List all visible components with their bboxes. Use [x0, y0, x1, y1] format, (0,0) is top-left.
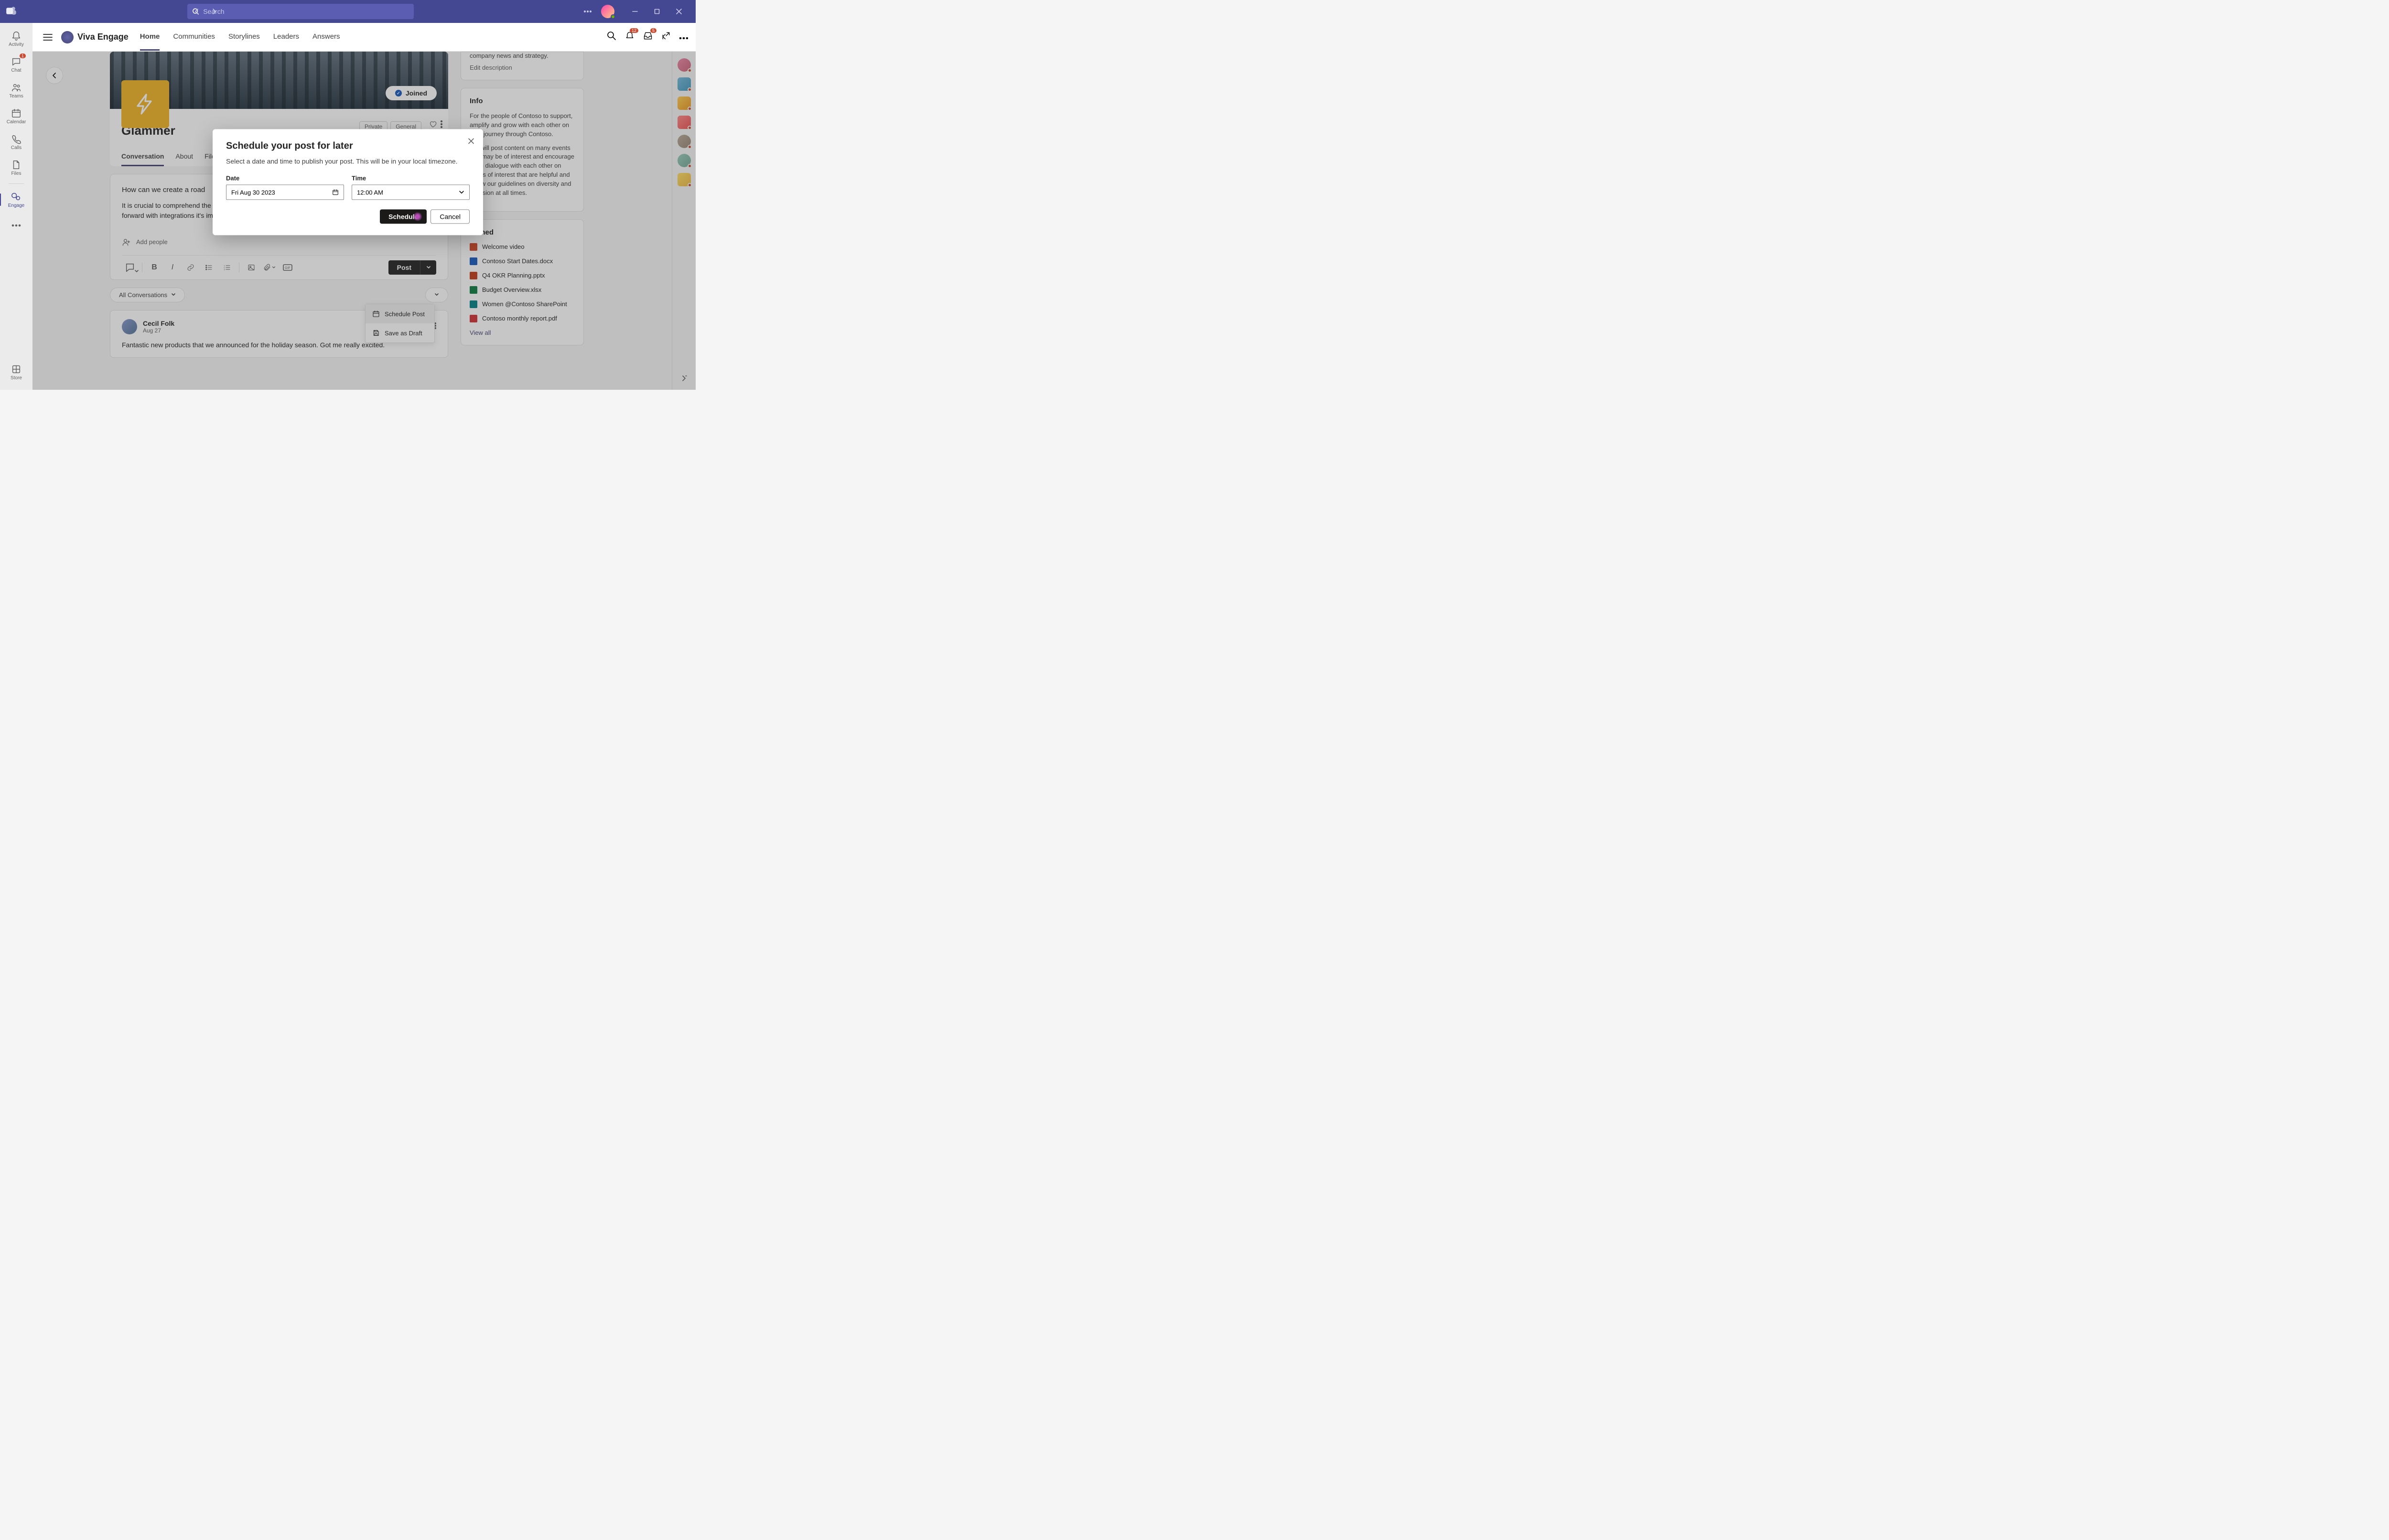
- nav-forward-button[interactable]: [206, 4, 222, 19]
- tab-home[interactable]: Home: [140, 24, 160, 51]
- nav-back-button[interactable]: [189, 4, 204, 19]
- time-input[interactable]: 12:00 AM: [352, 184, 470, 200]
- rail-chat[interactable]: 1 Chat: [3, 53, 30, 76]
- calendar-icon: [332, 189, 339, 195]
- topnav-more-button[interactable]: [679, 33, 688, 42]
- tab-storylines[interactable]: Storylines: [228, 24, 260, 51]
- inbox-badge: 5: [650, 28, 656, 33]
- close-button[interactable]: [668, 4, 690, 19]
- tab-leaders[interactable]: Leaders: [273, 24, 299, 51]
- more-options-button[interactable]: [580, 4, 595, 19]
- teams-app-icon: [6, 6, 17, 17]
- app-rail: Activity 1 Chat Teams Calendar Calls Fil…: [0, 23, 32, 390]
- phone-icon: [11, 134, 22, 144]
- time-value: 12:00 AM: [357, 189, 383, 196]
- cursor-indicator: [413, 212, 422, 221]
- rail-label: Calendar: [7, 119, 26, 125]
- ellipsis-icon: [679, 37, 688, 39]
- maximize-button[interactable]: [646, 4, 668, 19]
- presence-available-icon: [611, 14, 615, 19]
- engage-topnav: Viva Engage Home Communities Storylines …: [32, 23, 696, 52]
- user-avatar[interactable]: [601, 5, 614, 18]
- modal-subtitle: Select a date and time to publish your p…: [226, 157, 470, 165]
- notifications-button[interactable]: 12: [625, 31, 635, 43]
- date-input[interactable]: Fri Aug 30 2023: [226, 184, 344, 200]
- rail-calls[interactable]: Calls: [3, 130, 30, 154]
- rail-teams[interactable]: Teams: [3, 78, 30, 102]
- rail-label: Calls: [11, 145, 22, 150]
- file-icon: [11, 160, 22, 170]
- time-label: Time: [352, 174, 470, 182]
- search-input[interactable]: [203, 8, 409, 15]
- schedule-modal: Schedule your post for later Select a da…: [213, 129, 483, 235]
- share-icon: [661, 31, 671, 41]
- cancel-button[interactable]: Cancel: [430, 209, 470, 224]
- rail-more[interactable]: [3, 214, 30, 237]
- date-value: Fri Aug 30 2023: [231, 189, 275, 196]
- rail-label: Files: [11, 171, 21, 176]
- chevron-down-icon: [459, 189, 464, 195]
- store-icon: [11, 364, 22, 374]
- bell-icon: [11, 31, 22, 41]
- date-label: Date: [226, 174, 344, 182]
- tab-answers[interactable]: Answers: [312, 24, 340, 51]
- brand-text: Viva Engage: [77, 32, 129, 42]
- inbox-button[interactable]: 5: [643, 31, 653, 43]
- rail-label: Engage: [8, 203, 24, 208]
- rail-files[interactable]: Files: [3, 156, 30, 180]
- search-icon: [607, 31, 616, 41]
- notifications-badge: 12: [630, 28, 638, 33]
- modal-close-button[interactable]: [468, 138, 474, 147]
- chat-icon: [11, 56, 22, 67]
- titlebar: [0, 0, 696, 23]
- chat-badge: 1: [20, 53, 26, 58]
- hamburger-button[interactable]: [40, 30, 55, 45]
- rail-label: Store: [11, 375, 22, 381]
- tab-communities[interactable]: Communities: [173, 24, 215, 51]
- minimize-button[interactable]: [624, 4, 646, 19]
- calendar-icon: [11, 108, 22, 118]
- brand[interactable]: Viva Engage: [61, 31, 129, 43]
- rail-label: Chat: [11, 68, 21, 73]
- schedule-button[interactable]: Schedule: [380, 209, 427, 224]
- people-icon: [11, 82, 22, 93]
- close-icon: [468, 138, 474, 144]
- rail-separator: [9, 183, 24, 184]
- rail-engage[interactable]: Engage: [3, 188, 30, 212]
- rail-calendar[interactable]: Calendar: [3, 104, 30, 128]
- rail-label: Activity: [9, 42, 24, 47]
- ellipsis-icon: [11, 224, 21, 227]
- rail-store[interactable]: Store: [3, 360, 30, 384]
- modal-title: Schedule your post for later: [226, 140, 470, 151]
- viva-engage-icon: [61, 31, 74, 43]
- search-button[interactable]: [607, 31, 616, 43]
- engage-icon: [11, 192, 22, 202]
- rail-label: Teams: [9, 94, 23, 99]
- rail-activity[interactable]: Activity: [3, 27, 30, 51]
- share-button[interactable]: [661, 31, 671, 43]
